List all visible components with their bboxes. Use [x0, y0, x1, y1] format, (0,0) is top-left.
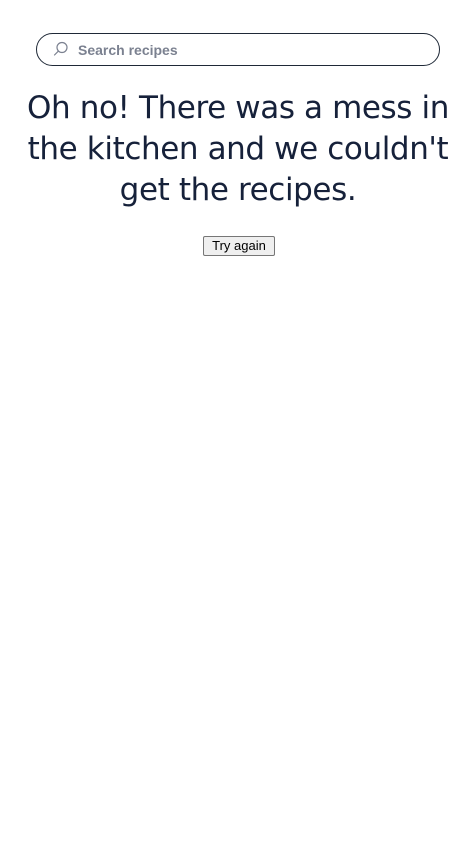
- search-icon: [53, 41, 69, 57]
- try-again-button[interactable]: Try again: [203, 236, 275, 256]
- search-bar[interactable]: [36, 33, 440, 66]
- search-input[interactable]: [78, 34, 428, 65]
- error-message: Oh no! There was a mess in the kitchen a…: [27, 90, 449, 208]
